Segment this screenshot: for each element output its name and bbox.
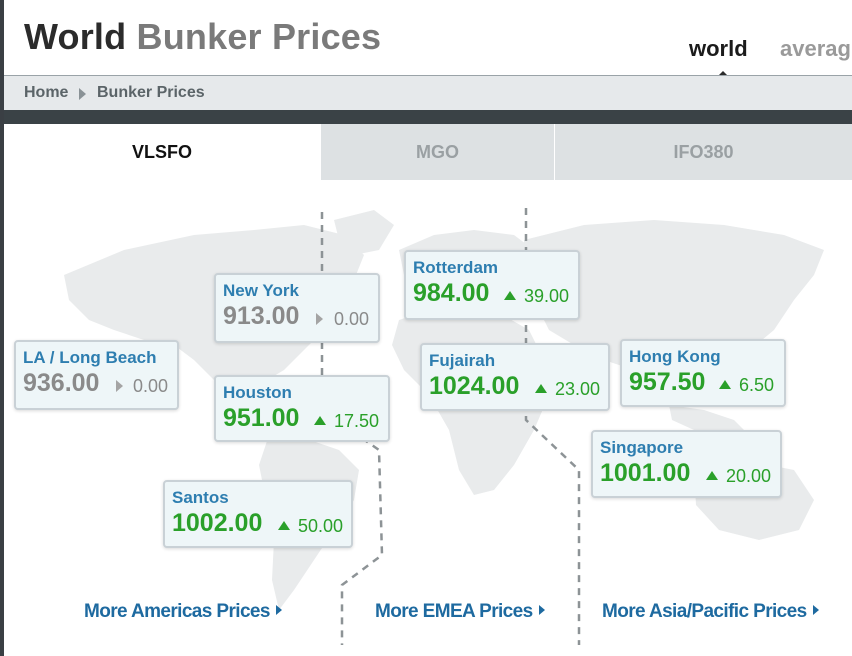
up-arrow-icon xyxy=(719,380,731,389)
caret-right-icon xyxy=(538,605,545,615)
page-title: World Bunker Prices xyxy=(24,16,381,58)
port-name: LA / Long Beach xyxy=(23,348,157,367)
up-arrow-icon xyxy=(278,521,290,530)
up-arrow-icon xyxy=(535,384,547,393)
port-price: 984.00 xyxy=(413,279,490,307)
tab-ifo380[interactable]: IFO380 xyxy=(554,124,852,180)
port-name: Fujairah xyxy=(429,351,496,370)
price-change: 39.00 xyxy=(524,286,570,306)
caret-right-icon xyxy=(275,605,282,615)
more-americas-prices-link[interactable]: More Americas Prices xyxy=(84,601,282,623)
world-map-panel: LA / Long Beach 936.00 0.00 New York 913… xyxy=(4,180,852,656)
breadcrumb: Home Bunker Prices xyxy=(4,75,852,110)
price-change: 0.00 xyxy=(334,309,370,329)
price-change: 17.50 xyxy=(334,411,380,431)
port-name: Singapore xyxy=(600,438,684,457)
flat-arrow-icon xyxy=(316,313,323,325)
tab-mgo[interactable]: MGO xyxy=(320,124,554,180)
price-change: 20.00 xyxy=(726,466,772,486)
port-name: Hong Kong xyxy=(629,347,721,366)
tab-vlsfo[interactable]: VLSFO xyxy=(4,124,320,180)
price-change: 50.00 xyxy=(298,516,344,536)
port-price: 913.00 xyxy=(223,302,300,330)
price-change: 23.00 xyxy=(555,379,601,399)
header-divider xyxy=(4,110,852,124)
title-part-1: World xyxy=(24,16,127,57)
port-price: 936.00 xyxy=(23,369,100,397)
port-price: 951.00 xyxy=(223,404,300,432)
port-price: 1001.00 xyxy=(600,459,691,487)
port-card-rotterdam[interactable]: Rotterdam 984.00 39.00 xyxy=(404,250,580,320)
nav-tab-world[interactable]: world xyxy=(689,36,748,62)
port-card-singapore[interactable]: Singapore 1001.00 20.00 xyxy=(591,430,782,498)
breadcrumb-current[interactable]: Bunker Prices xyxy=(97,84,205,102)
port-card-new-york[interactable]: New York 913.00 0.00 xyxy=(214,273,380,343)
up-arrow-icon xyxy=(706,471,718,480)
header: World Bunker Prices world averag xyxy=(4,0,852,76)
breadcrumb-home[interactable]: Home xyxy=(24,84,68,102)
port-card-hong-kong[interactable]: Hong Kong 957.50 6.50 xyxy=(620,339,786,407)
link-label: More Asia/Pacific Prices xyxy=(602,601,807,622)
page: World Bunker Prices world averag Home Bu… xyxy=(0,0,852,656)
port-price: 957.50 xyxy=(629,368,706,396)
port-name: New York xyxy=(223,281,299,300)
up-arrow-icon xyxy=(314,416,326,425)
link-label: More Americas Prices xyxy=(84,601,270,622)
price-change: 0.00 xyxy=(133,376,169,396)
port-card-santos[interactable]: Santos 1002.00 50.00 xyxy=(163,480,353,548)
more-emea-prices-link[interactable]: More EMEA Prices xyxy=(375,601,545,623)
port-card-la-long-beach[interactable]: LA / Long Beach 936.00 0.00 xyxy=(14,340,179,410)
price-change: 6.50 xyxy=(739,375,775,395)
nav-tab-average[interactable]: averag xyxy=(780,36,851,62)
caret-right-icon xyxy=(812,605,819,615)
up-arrow-icon xyxy=(504,291,516,300)
port-name: Santos xyxy=(172,488,229,507)
fuel-tabs: VLSFO MGO IFO380 xyxy=(4,124,852,180)
port-card-houston[interactable]: Houston 951.00 17.50 xyxy=(214,375,390,442)
port-card-fujairah[interactable]: Fujairah 1024.00 23.00 xyxy=(420,343,610,411)
port-name: Rotterdam xyxy=(413,258,499,277)
port-price: 1002.00 xyxy=(172,509,263,537)
breadcrumb-chevron-icon xyxy=(79,88,86,100)
port-name: Houston xyxy=(223,383,292,402)
flat-arrow-icon xyxy=(116,380,123,392)
port-price: 1024.00 xyxy=(429,372,520,400)
title-part-2: Bunker Prices xyxy=(136,16,382,57)
more-asia-pacific-prices-link[interactable]: More Asia/Pacific Prices xyxy=(602,601,819,623)
link-label: More EMEA Prices xyxy=(375,601,533,622)
